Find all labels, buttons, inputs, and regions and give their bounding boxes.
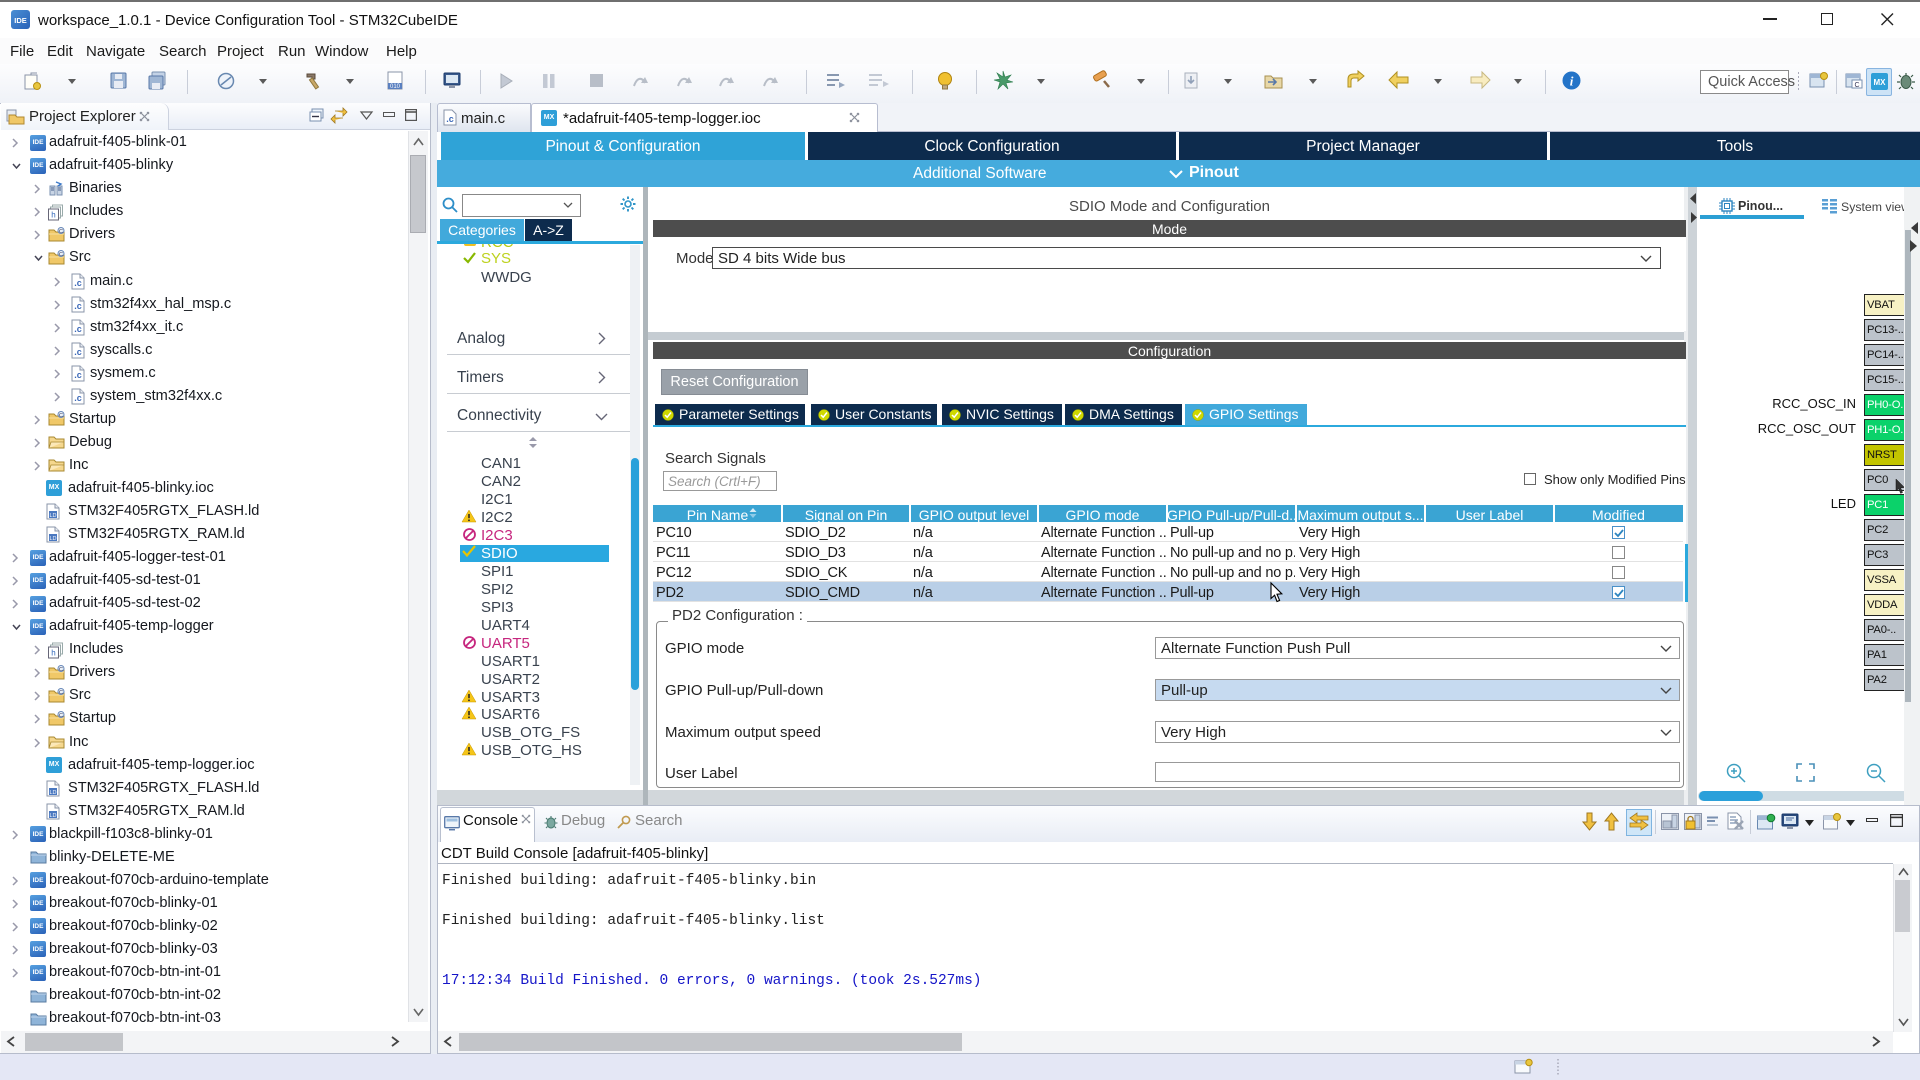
svg-text:C: C <box>1854 82 1859 89</box>
svg-text:C: C <box>59 690 63 696</box>
svg-text:C: C <box>59 413 63 419</box>
svg-text:C: C <box>59 229 63 235</box>
svg-text:LD: LD <box>49 790 56 796</box>
svg-text:C: C <box>59 252 63 258</box>
svg-text:.c: .c <box>74 347 82 357</box>
svg-text:010: 010 <box>390 84 401 90</box>
svg-text:i: i <box>1570 74 1574 89</box>
svg-text:.c: .c <box>74 278 82 288</box>
svg-text:.c: .c <box>74 301 82 311</box>
svg-text:LD: LD <box>49 813 56 819</box>
svg-text:.c: .c <box>74 393 82 403</box>
svg-text:LD: LD <box>49 536 56 542</box>
svg-text:h: h <box>51 210 55 219</box>
svg-text:C: C <box>59 667 63 673</box>
svg-text:.c: .c <box>74 370 82 380</box>
svg-text:h: h <box>51 648 55 657</box>
svg-text:.c: .c <box>446 114 454 124</box>
svg-text:C: C <box>59 713 63 719</box>
svg-text:.c: .c <box>74 324 82 334</box>
svg-text:LD: LD <box>49 513 56 519</box>
